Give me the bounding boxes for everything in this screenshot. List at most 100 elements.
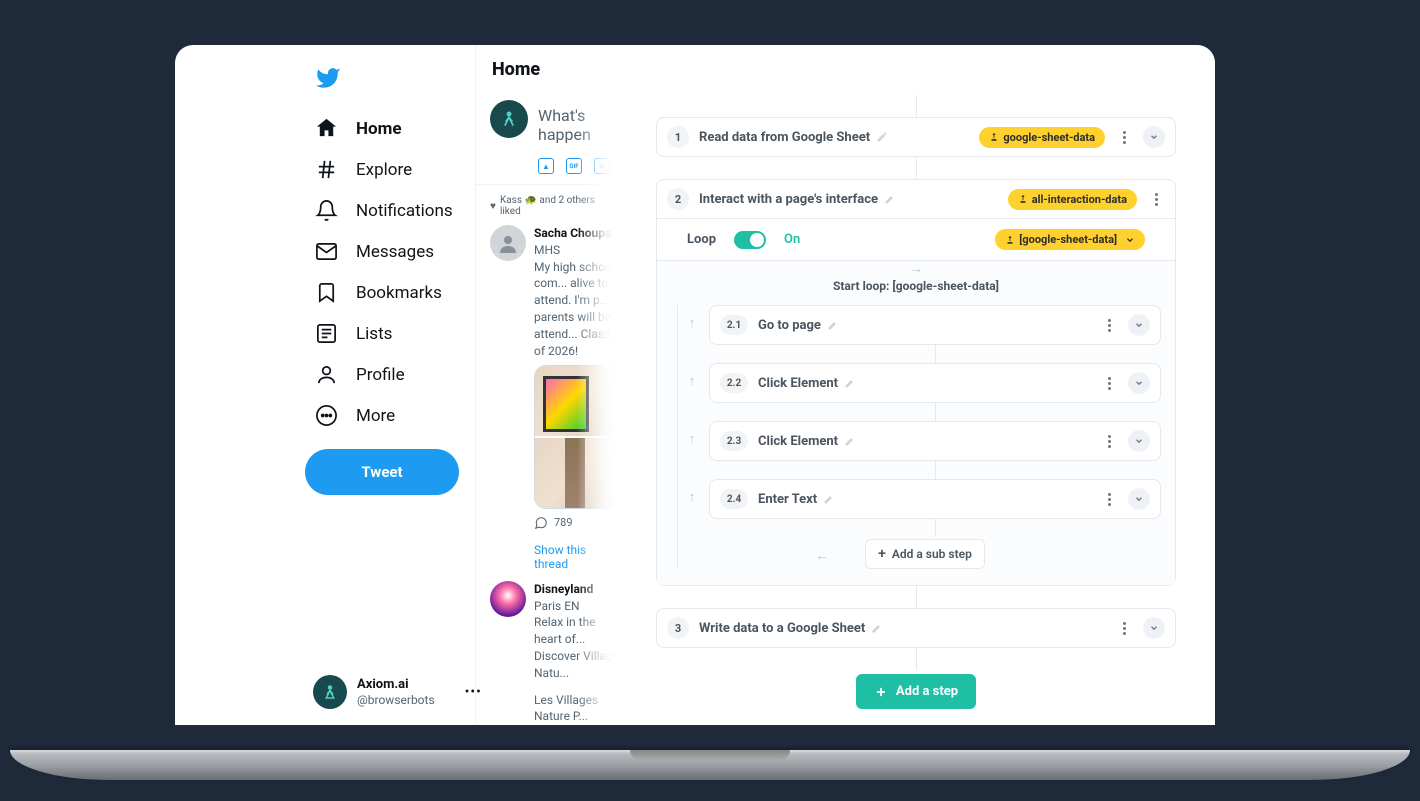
account-name: Axiom.ai — [357, 677, 435, 693]
bookmark-icon — [315, 281, 338, 304]
reorder-up-icon[interactable]: ↑ — [685, 363, 699, 389]
expand-icon[interactable] — [1143, 126, 1165, 148]
compose-avatar — [490, 100, 528, 138]
sub-step-title[interactable]: Enter Text — [758, 492, 1090, 507]
laptop-frame: Home Explore Notifications Messages — [160, 30, 1260, 770]
nav-bookmarks[interactable]: Bookmarks — [305, 273, 475, 312]
hashtag-icon — [315, 158, 338, 181]
nav-messages-label: Messages — [356, 242, 434, 262]
nav-profile-label: Profile — [356, 365, 405, 385]
mail-icon — [315, 240, 338, 263]
nav-more-label: More — [356, 406, 395, 426]
feed-header: Home — [476, 45, 617, 94]
twitter-sidebar: Home Explore Notifications Messages — [175, 45, 475, 725]
nav-profile[interactable]: Profile — [305, 355, 475, 394]
workflow-step: 2 Interact with a page's interface all-i… — [656, 179, 1176, 586]
loop-toggle[interactable] — [734, 231, 766, 249]
sub-step-number: 2.1 — [720, 315, 748, 335]
screen: Home Explore Notifications Messages — [175, 45, 1215, 725]
reorder-up-icon[interactable]: ↑ — [685, 479, 699, 505]
reply-count[interactable]: 789 — [534, 515, 617, 530]
expand-icon[interactable] — [1128, 488, 1150, 510]
step-number: 3 — [667, 617, 689, 639]
nav-bookmarks-label: Bookmarks — [356, 283, 442, 303]
nav-home[interactable]: Home — [305, 109, 475, 148]
edit-icon[interactable] — [827, 319, 839, 331]
flow-arrow-icon: → — [909, 260, 923, 277]
likes-context: ♥Kass 🐢 and 2 others liked — [476, 185, 617, 221]
bell-icon — [315, 199, 338, 222]
edit-icon[interactable] — [844, 435, 856, 447]
workflow-step: 3 Write data to a Google Sheet — [656, 608, 1176, 648]
tweet-item[interactable]: Sacha Choupa, MHS My high school com... … — [476, 221, 617, 539]
edit-icon[interactable] — [876, 131, 888, 143]
tweet-image — [535, 438, 617, 508]
step-menu-icon[interactable] — [1115, 619, 1133, 637]
tweet-item[interactable]: Disneyland Paris EN Relax in the heart o… — [476, 577, 617, 725]
step-title[interactable]: Interact with a page's interface — [699, 192, 998, 207]
tweet-author: Sacha Choupa — [534, 226, 611, 240]
account-switcher[interactable]: Axiom.ai @browserbots ••• — [303, 667, 492, 717]
sub-step-menu-icon[interactable] — [1100, 432, 1118, 450]
nav-more[interactable]: More — [305, 396, 475, 435]
nav-home-label: Home — [356, 119, 402, 139]
nav-lists[interactable]: Lists — [305, 314, 475, 353]
step-title[interactable]: Read data from Google Sheet — [699, 130, 969, 145]
tweet-author: Disneyland — [534, 582, 593, 596]
show-thread-link[interactable]: Show this thread — [534, 543, 617, 571]
loop-label: Loop — [687, 232, 716, 247]
expand-icon[interactable] — [1128, 372, 1150, 394]
twitter-logo-icon[interactable] — [305, 55, 475, 109]
data-tag[interactable]: google-sheet-data — [979, 127, 1105, 148]
sub-step-title[interactable]: Go to page — [758, 318, 1090, 333]
sub-step-title[interactable]: Click Element — [758, 376, 1090, 391]
edit-icon[interactable] — [871, 622, 883, 634]
sub-step: 2.4 Enter Text — [709, 479, 1161, 519]
list-icon — [315, 322, 338, 345]
reorder-up-icon[interactable]: ↑ — [685, 305, 699, 331]
expand-icon[interactable] — [1128, 314, 1150, 336]
flow-arrow-icon: ← — [815, 547, 829, 564]
add-step-button[interactable]: Add a step — [856, 674, 976, 709]
nav-messages[interactable]: Messages — [305, 232, 475, 271]
sub-step-menu-icon[interactable] — [1100, 374, 1118, 392]
account-avatar — [313, 675, 347, 709]
nav-notifications-label: Notifications — [356, 201, 453, 221]
tweet-avatar — [490, 581, 526, 617]
sub-step-number: 2.4 — [720, 489, 748, 509]
expand-icon[interactable] — [1143, 617, 1165, 639]
tweet-button[interactable]: Tweet — [305, 449, 459, 495]
edit-icon[interactable] — [884, 193, 896, 205]
sub-step-title[interactable]: Click Element — [758, 434, 1090, 449]
sub-step-menu-icon[interactable] — [1100, 316, 1118, 334]
tweet-text: Relax in the heart of... Discover Villag… — [534, 614, 617, 681]
gif-icon[interactable]: GIF — [566, 158, 582, 174]
poll-icon[interactable]: ≡ — [594, 158, 610, 174]
nav-explore[interactable]: Explore — [305, 150, 475, 189]
reorder-up-icon[interactable]: ↑ — [685, 421, 699, 447]
loop-bar: Loop On [google-sheet-data] — [657, 218, 1175, 260]
account-info: Axiom.ai @browserbots — [357, 677, 435, 707]
data-tag[interactable]: all-interaction-data — [1008, 189, 1137, 210]
compose-placeholder[interactable]: What's happen — [538, 100, 617, 158]
expand-icon[interactable] — [1128, 430, 1150, 452]
tweet-text: My high school com... alive to attend. I… — [534, 259, 617, 360]
step-title[interactable]: Write data to a Google Sheet — [699, 621, 1105, 636]
tweet-images[interactable] — [534, 365, 617, 509]
step-menu-icon[interactable] — [1147, 190, 1165, 208]
account-handle: @browserbots — [357, 693, 435, 707]
workflow-panel: 1 Read data from Google Sheet google-she… — [617, 45, 1215, 725]
edit-icon[interactable] — [844, 377, 856, 389]
sub-step: 2.2 Click Element — [709, 363, 1161, 403]
add-sub-step-button[interactable]: + Add a sub step — [865, 539, 985, 569]
compose-box[interactable]: What's happen ▲ GIF ≡ ☺ — [476, 94, 617, 185]
edit-icon[interactable] — [823, 493, 835, 505]
step-menu-icon[interactable] — [1115, 128, 1133, 146]
twitter-feed: Home What's happen ▲ GIF ≡ ☺ — [475, 45, 617, 725]
compose-toolbar: ▲ GIF ≡ ☺ — [538, 158, 617, 174]
nav-notifications[interactable]: Notifications — [305, 191, 475, 230]
twitter-nav: Home Explore Notifications Messages — [305, 109, 475, 435]
loop-data-tag[interactable]: [google-sheet-data] — [995, 229, 1145, 250]
image-icon[interactable]: ▲ — [538, 158, 554, 174]
sub-step-menu-icon[interactable] — [1100, 490, 1118, 508]
